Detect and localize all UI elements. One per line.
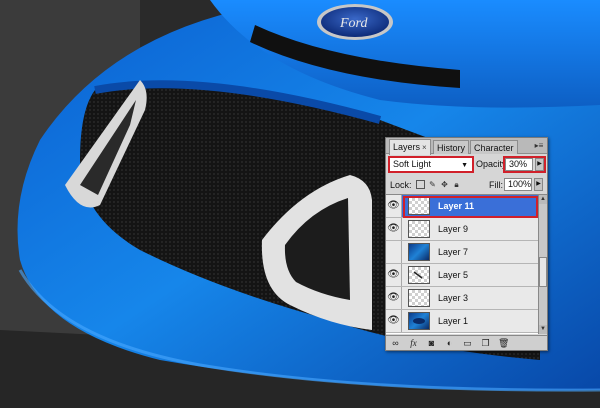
- add-mask-icon[interactable]: ◙: [426, 338, 437, 349]
- lock-brush-icon[interactable]: ✎: [428, 180, 437, 189]
- visibility-eye-icon[interactable]: 👁︎: [386, 310, 402, 332]
- lock-move-icon[interactable]: ✥: [440, 180, 449, 189]
- layer-name: Layer 9: [438, 224, 469, 234]
- scrollbar-thumb[interactable]: [539, 257, 547, 287]
- layer-thumbnail: [408, 266, 430, 284]
- panel-tab-bar: Layers × History Character ▸≡: [386, 138, 547, 155]
- scroll-down-icon[interactable]: ▼: [539, 325, 547, 334]
- layer-thumbnail: [408, 289, 430, 307]
- layers-scrollbar[interactable]: ▲ ▼: [538, 194, 547, 334]
- layer-name: Layer 5: [438, 270, 469, 280]
- adjustment-layer-icon[interactable]: ◐: [444, 338, 455, 349]
- layer-thumbnail: [408, 220, 430, 238]
- layer-row-layer-9[interactable]: 👁︎ Layer 9: [386, 218, 538, 241]
- opacity-slider-arrow-icon[interactable]: ▶: [535, 158, 544, 171]
- visibility-eye-icon[interactable]: 👁︎: [386, 264, 402, 286]
- tab-character[interactable]: Character: [470, 140, 518, 154]
- opacity-input[interactable]: 30%: [505, 158, 533, 171]
- blend-mode-select[interactable]: Soft Light ▼: [388, 156, 474, 173]
- layer-thumbnail: [408, 243, 430, 261]
- fill-slider-arrow-icon[interactable]: ▶: [534, 178, 543, 191]
- tab-layers[interactable]: Layers ×: [389, 139, 431, 155]
- panel-menu-icon[interactable]: ▸≡: [534, 141, 544, 151]
- lock-label: Lock:: [390, 180, 412, 190]
- layer-name: Layer 11: [438, 201, 475, 211]
- layer-row-layer-3[interactable]: 👁︎ Layer 3: [386, 287, 538, 310]
- layer-style-fx-icon[interactable]: fx: [408, 338, 419, 349]
- layer-row-layer-1[interactable]: 👁︎ Layer 1: [386, 310, 538, 333]
- fill-label: Fill:: [489, 180, 503, 190]
- svg-text:Ford: Ford: [339, 16, 368, 31]
- layer-name: Layer 1: [438, 316, 469, 326]
- scroll-up-icon[interactable]: ▲: [539, 195, 547, 204]
- visibility-eye-icon[interactable]: 👁︎: [386, 218, 402, 240]
- tab-character-label: Character: [474, 143, 514, 153]
- visibility-off-icon[interactable]: [386, 241, 402, 263]
- layer-name: Layer 3: [438, 293, 469, 303]
- fill-input[interactable]: 100%: [504, 178, 532, 191]
- tab-layers-label: Layers: [393, 142, 421, 152]
- blend-mode-value: Soft Light: [393, 159, 432, 169]
- layer-row-layer-7[interactable]: Layer 7: [386, 241, 538, 264]
- dropdown-arrow-icon: ▼: [461, 162, 468, 169]
- visibility-eye-icon[interactable]: 👁︎: [386, 195, 402, 217]
- lock-fill-row: Lock: ✎ ✥ 🔒︎ Fill: 100% ▶: [386, 177, 547, 193]
- layer-name: Layer 7: [438, 247, 469, 257]
- lock-all-icon[interactable]: 🔒︎: [452, 180, 461, 189]
- link-layers-icon[interactable]: ∞: [390, 338, 401, 349]
- layers-bottom-toolbar: ∞ fx ◙ ◐ ▭ ❐ 🗑︎: [386, 335, 547, 350]
- delete-layer-icon[interactable]: 🗑︎: [498, 338, 509, 349]
- layer-row-layer-11[interactable]: 👁︎ Layer 11: [386, 195, 538, 218]
- layers-list: 👁︎ Layer 11 👁︎ Layer 9 Layer 7 👁︎ Layer …: [386, 194, 538, 334]
- close-tab-icon[interactable]: ×: [422, 143, 427, 152]
- blend-opacity-row: Soft Light ▼ Opacity: 30% ▶: [386, 155, 547, 175]
- layer-thumbnail: [408, 312, 430, 330]
- tab-history[interactable]: History: [433, 140, 470, 154]
- layers-panel: Layers × History Character ▸≡ Soft Light …: [385, 137, 548, 351]
- layer-thumbnail: [408, 197, 430, 215]
- tab-history-label: History: [437, 143, 466, 153]
- layer-row-layer-5[interactable]: 👁︎ Layer 5: [386, 264, 538, 287]
- new-layer-icon[interactable]: ❐: [480, 338, 491, 349]
- new-group-icon[interactable]: ▭: [462, 338, 473, 349]
- lock-transparent-icon[interactable]: [416, 180, 425, 189]
- visibility-eye-icon[interactable]: 👁︎: [386, 287, 402, 309]
